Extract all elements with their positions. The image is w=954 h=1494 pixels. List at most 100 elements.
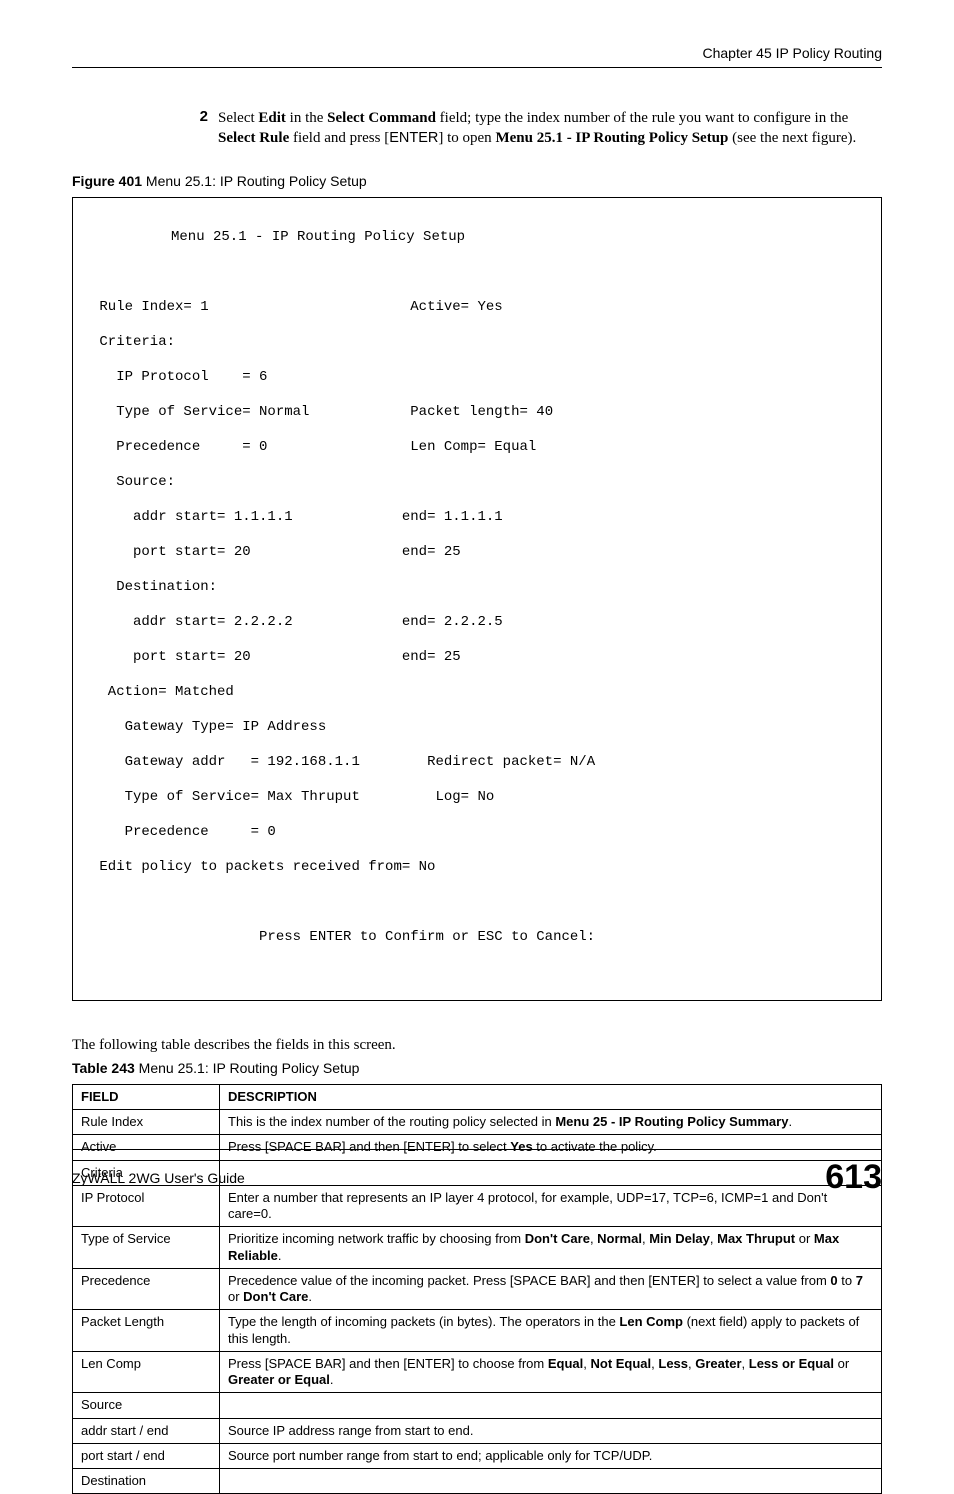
sp xyxy=(251,649,402,665)
figure-number: Figure 401 xyxy=(72,173,142,189)
c: end= 1.1.1.1 xyxy=(402,509,503,525)
term-line: port start= 20 end= 25 xyxy=(91,649,863,667)
step-text: Select Edit in the Select Command field;… xyxy=(218,108,862,149)
c: end= 2.2.2.5 xyxy=(402,614,503,630)
table-row: Rule Index This is the index number of t… xyxy=(73,1110,882,1135)
page-number: 613 xyxy=(825,1158,882,1197)
c: Gateway addr = 192.168.1.1 xyxy=(91,754,360,770)
b: Less xyxy=(658,1356,688,1371)
figure-title: Menu 25.1: IP Routing Policy Setup xyxy=(142,173,367,189)
c: Type of Service= Normal xyxy=(91,404,309,420)
c: Type of Service= Max Thruput xyxy=(91,789,360,805)
t: Precedence value of the incoming packet.… xyxy=(228,1273,830,1288)
desc-cell: Source port number range from start to e… xyxy=(220,1443,882,1468)
c: addr start= 1.1.1.1 xyxy=(91,509,293,525)
field-cell: Precedence xyxy=(73,1268,220,1310)
c: addr start= 2.2.2.2 xyxy=(91,614,293,630)
t: or xyxy=(228,1289,243,1304)
th-description: DESCRIPTION xyxy=(220,1084,882,1109)
select-command-word: Select Command xyxy=(327,110,436,126)
c: Len Comp= Equal xyxy=(402,439,536,455)
table-row: port start / end Source port number rang… xyxy=(73,1443,882,1468)
edit-word: Edit xyxy=(258,110,286,126)
t: , xyxy=(742,1356,749,1371)
t: Press [SPACE BAR] and then [ENTER] to ch… xyxy=(228,1356,548,1371)
b: 7 xyxy=(856,1273,863,1288)
field-cell: port start / end xyxy=(73,1443,220,1468)
desc-cell: Prioritize incoming network traffic by c… xyxy=(220,1227,882,1269)
field-cell: Len Comp xyxy=(73,1351,220,1393)
desc-cell xyxy=(220,1393,882,1418)
desc-cell: This is the index number of the routing … xyxy=(220,1110,882,1135)
enter-key: ENTER xyxy=(389,130,438,146)
term-line: Edit policy to packets received from= No xyxy=(91,859,863,877)
menu-name: Menu 25.1 - IP Routing Policy Setup xyxy=(495,130,728,146)
c: Precedence = 0 xyxy=(91,439,267,455)
term-line: Precedence = 0 xyxy=(91,824,863,842)
table-caption: Table 243 Menu 25.1: IP Routing Policy S… xyxy=(72,1060,882,1076)
th-field: FIELD xyxy=(73,1084,220,1109)
c: port start= 20 xyxy=(91,544,251,560)
table-number: Table 243 xyxy=(72,1060,135,1076)
b: Menu 25 - IP Routing Policy Summary xyxy=(555,1114,788,1129)
intro-paragraph: The following table describes the fields… xyxy=(72,1037,882,1054)
field-cell: Source xyxy=(73,1393,220,1418)
sp xyxy=(360,789,427,805)
t: . xyxy=(788,1114,792,1129)
term-line: Press ENTER to Confirm or ESC to Cancel: xyxy=(91,929,863,947)
t: , xyxy=(688,1356,695,1371)
ordered-step: 2 Select Edit in the Select Command fiel… xyxy=(182,108,862,149)
t: to xyxy=(838,1273,856,1288)
c: Rule Index= 1 xyxy=(91,299,209,315)
c: Packet length= 40 xyxy=(410,404,553,420)
term-line: Destination: xyxy=(91,579,863,597)
field-cell: addr start / end xyxy=(73,1418,220,1443)
t: Prioritize incoming network traffic by c… xyxy=(228,1231,525,1246)
t: This is the index number of the routing … xyxy=(228,1114,555,1129)
terminal-screenshot: Menu 25.1 - IP Routing Policy Setup Rule… xyxy=(72,197,882,1001)
desc-cell: Type the length of incoming packets (in … xyxy=(220,1310,882,1352)
b: Greater or Equal xyxy=(228,1372,330,1387)
b: Don't Care xyxy=(243,1289,308,1304)
b: Equal xyxy=(548,1356,583,1371)
sp xyxy=(267,439,401,455)
c: Active= Yes xyxy=(410,299,502,315)
c: port start= 20 xyxy=(91,649,251,665)
field-cell: Type of Service xyxy=(73,1227,220,1269)
b: Don't Care xyxy=(525,1231,590,1246)
t: (see the next figure). xyxy=(728,130,856,146)
term-line: IP Protocol = 6 xyxy=(91,369,863,387)
table-row: Precedence Precedence value of the incom… xyxy=(73,1268,882,1310)
terminal-title: Menu 25.1 - IP Routing Policy Setup xyxy=(91,229,863,247)
sp xyxy=(293,614,402,630)
desc-cell xyxy=(220,1469,882,1494)
sp xyxy=(293,509,402,525)
t: . xyxy=(308,1289,312,1304)
term-line: Gateway addr = 192.168.1.1 Redirect pack… xyxy=(91,754,863,772)
term-line: Criteria: xyxy=(91,334,863,352)
b: Not Equal xyxy=(590,1356,651,1371)
term-line: addr start= 1.1.1.1 end= 1.1.1.1 xyxy=(91,509,863,527)
t: . xyxy=(278,1248,282,1263)
table-row: Source xyxy=(73,1393,882,1418)
c: end= 25 xyxy=(402,544,461,560)
description-table: FIELD DESCRIPTION Rule Index This is the… xyxy=(72,1084,882,1494)
chapter-title: Chapter 45 IP Policy Routing xyxy=(72,45,882,61)
b: Max Thruput xyxy=(717,1231,795,1246)
sp xyxy=(251,544,402,560)
sp xyxy=(309,404,410,420)
term-line: Type of Service= Max Thruput Log= No xyxy=(91,789,863,807)
t: field and press [ xyxy=(289,130,389,146)
term-line: port start= 20 end= 25 xyxy=(91,544,863,562)
field-cell: Rule Index xyxy=(73,1110,220,1135)
term-blank xyxy=(91,894,863,912)
desc-cell: Press [SPACE BAR] and then [ENTER] to ch… xyxy=(220,1351,882,1393)
term-line: Type of Service= Normal Packet length= 4… xyxy=(91,404,863,422)
term-blank xyxy=(91,264,863,282)
table-row: addr start / end Source IP address range… xyxy=(73,1418,882,1443)
term-line: Action= Matched xyxy=(91,684,863,702)
term-line: addr start= 2.2.2.2 end= 2.2.2.5 xyxy=(91,614,863,632)
t: or xyxy=(834,1356,849,1371)
term-line: Source: xyxy=(91,474,863,492)
page: Chapter 45 IP Policy Routing 2 Select Ed… xyxy=(0,0,954,1235)
